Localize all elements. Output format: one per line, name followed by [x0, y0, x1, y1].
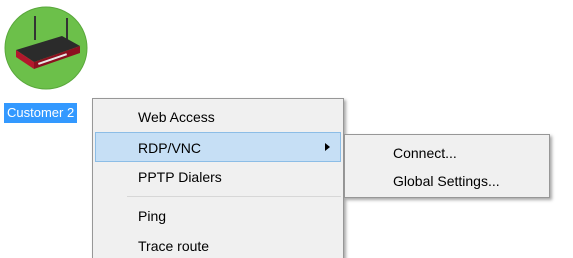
menu-item-trace-route[interactable]: Trace route — [93, 231, 343, 258]
menu-item-global-settings[interactable]: Global Settings... — [345, 167, 549, 195]
menu-item-ping[interactable]: Ping — [93, 201, 343, 231]
menu-separator — [127, 196, 341, 197]
device-label[interactable]: Customer 2 — [4, 103, 78, 123]
menu-item-label: PPTP Dialers — [138, 169, 222, 185]
desktop-area: Customer 2 Web Access RDP/VNC PPTP Diale… — [0, 0, 573, 258]
menu-item-label: Trace route — [138, 238, 210, 254]
menu-item-label: Ping — [138, 208, 167, 224]
menu-item-label: Web Access — [138, 109, 215, 125]
menu-item-pptp-dialers[interactable]: PPTP Dialers — [93, 162, 343, 192]
menu-item-label: Connect... — [393, 145, 457, 161]
menu-item-label: Global Settings... — [393, 173, 500, 189]
router-icon[interactable] — [4, 6, 88, 90]
context-menu: Web Access RDP/VNC PPTP Dialers Ping Tra… — [92, 98, 344, 258]
submenu-arrow-icon — [325, 143, 330, 151]
menu-item-connect[interactable]: Connect... — [345, 139, 549, 167]
menu-item-label: RDP/VNC — [138, 140, 202, 156]
menu-item-rdp-vnc[interactable]: RDP/VNC — [95, 132, 341, 162]
rdp-vnc-submenu: Connect... Global Settings... — [344, 134, 550, 198]
menu-item-web-access[interactable]: Web Access — [93, 102, 343, 132]
